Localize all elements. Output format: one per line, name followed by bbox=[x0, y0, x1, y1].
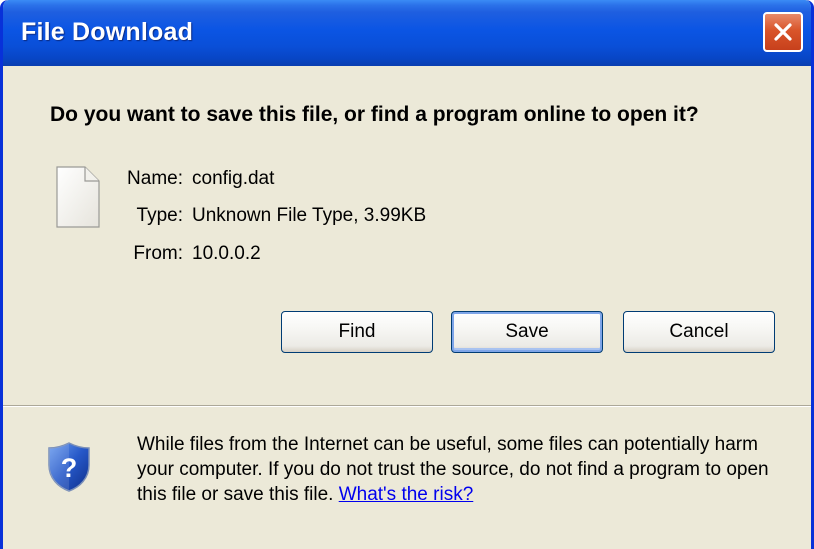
close-button[interactable] bbox=[763, 12, 803, 52]
download-question: Do you want to save this file, or find a… bbox=[50, 103, 699, 126]
separator bbox=[3, 405, 811, 407]
close-icon bbox=[774, 23, 792, 41]
dialog-body: Do you want to save this file, or find a… bbox=[3, 66, 811, 549]
svg-text:?: ? bbox=[61, 453, 78, 483]
save-button[interactable]: Save bbox=[451, 311, 603, 353]
window-title: File Download bbox=[21, 18, 194, 46]
shield-question-icon: ? bbox=[48, 442, 90, 492]
find-button[interactable]: Find bbox=[281, 311, 433, 353]
title-bar[interactable]: File Download bbox=[3, 0, 811, 66]
from-label: From: bbox=[133, 243, 183, 264]
name-label: Name: bbox=[127, 168, 183, 189]
cancel-button[interactable]: Cancel bbox=[623, 311, 775, 353]
file-download-dialog: File Download Do you want to save this f… bbox=[0, 0, 814, 549]
type-value: Unknown File Type, 3.99KB bbox=[192, 205, 427, 226]
security-warning: While files from the Internet can be use… bbox=[137, 432, 787, 507]
type-label: Type: bbox=[136, 205, 183, 226]
name-value: config.dat bbox=[192, 168, 275, 189]
whats-the-risk-link[interactable]: What's the risk? bbox=[339, 484, 474, 505]
from-value: 10.0.0.2 bbox=[192, 243, 261, 264]
